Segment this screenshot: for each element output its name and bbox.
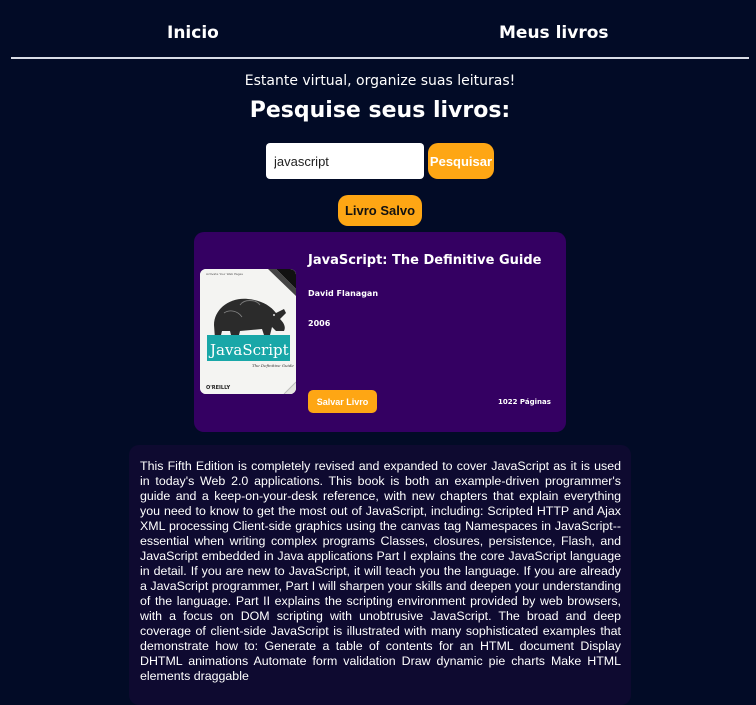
tagline: Estante virtual, organize suas leituras! <box>244 73 516 89</box>
book-cover-image: Activate Your Web Pages JavaScript The D… <box>200 269 296 394</box>
book-description: This Fifth Edition is completely revised… <box>129 445 631 705</box>
nav-link-meus-livros[interactable]: Meus livros <box>499 23 609 43</box>
book-card: Activate Your Web Pages JavaScript The D… <box>194 232 566 432</box>
search-button[interactable]: Pesquisar <box>428 143 494 179</box>
page-count: 1022 Páginas <box>498 398 551 406</box>
top-nav: Inicio Meus livros <box>11 0 749 59</box>
cover-top-text: Activate Your Web Pages <box>206 272 243 276</box>
page-title: Pesquise seus livros: <box>249 98 511 123</box>
cover-publisher: O'REILLY <box>206 385 231 391</box>
cover-title: JavaScript <box>208 341 289 359</box>
nav-link-inicio[interactable]: Inicio <box>167 23 219 43</box>
cover-subtitle: The Definitive Guide <box>252 363 294 368</box>
book-cover-art: Activate Your Web Pages JavaScript The D… <box>200 269 296 394</box>
book-title: JavaScript: The Definitive Guide <box>308 253 542 268</box>
book-year: 2006 <box>308 319 331 328</box>
search-input[interactable] <box>266 143 424 179</box>
saved-books-button[interactable]: Livro Salvo <box>338 195 422 226</box>
save-book-button[interactable]: Salvar Livro <box>308 390 377 413</box>
book-author: David Flanagan <box>308 289 379 298</box>
